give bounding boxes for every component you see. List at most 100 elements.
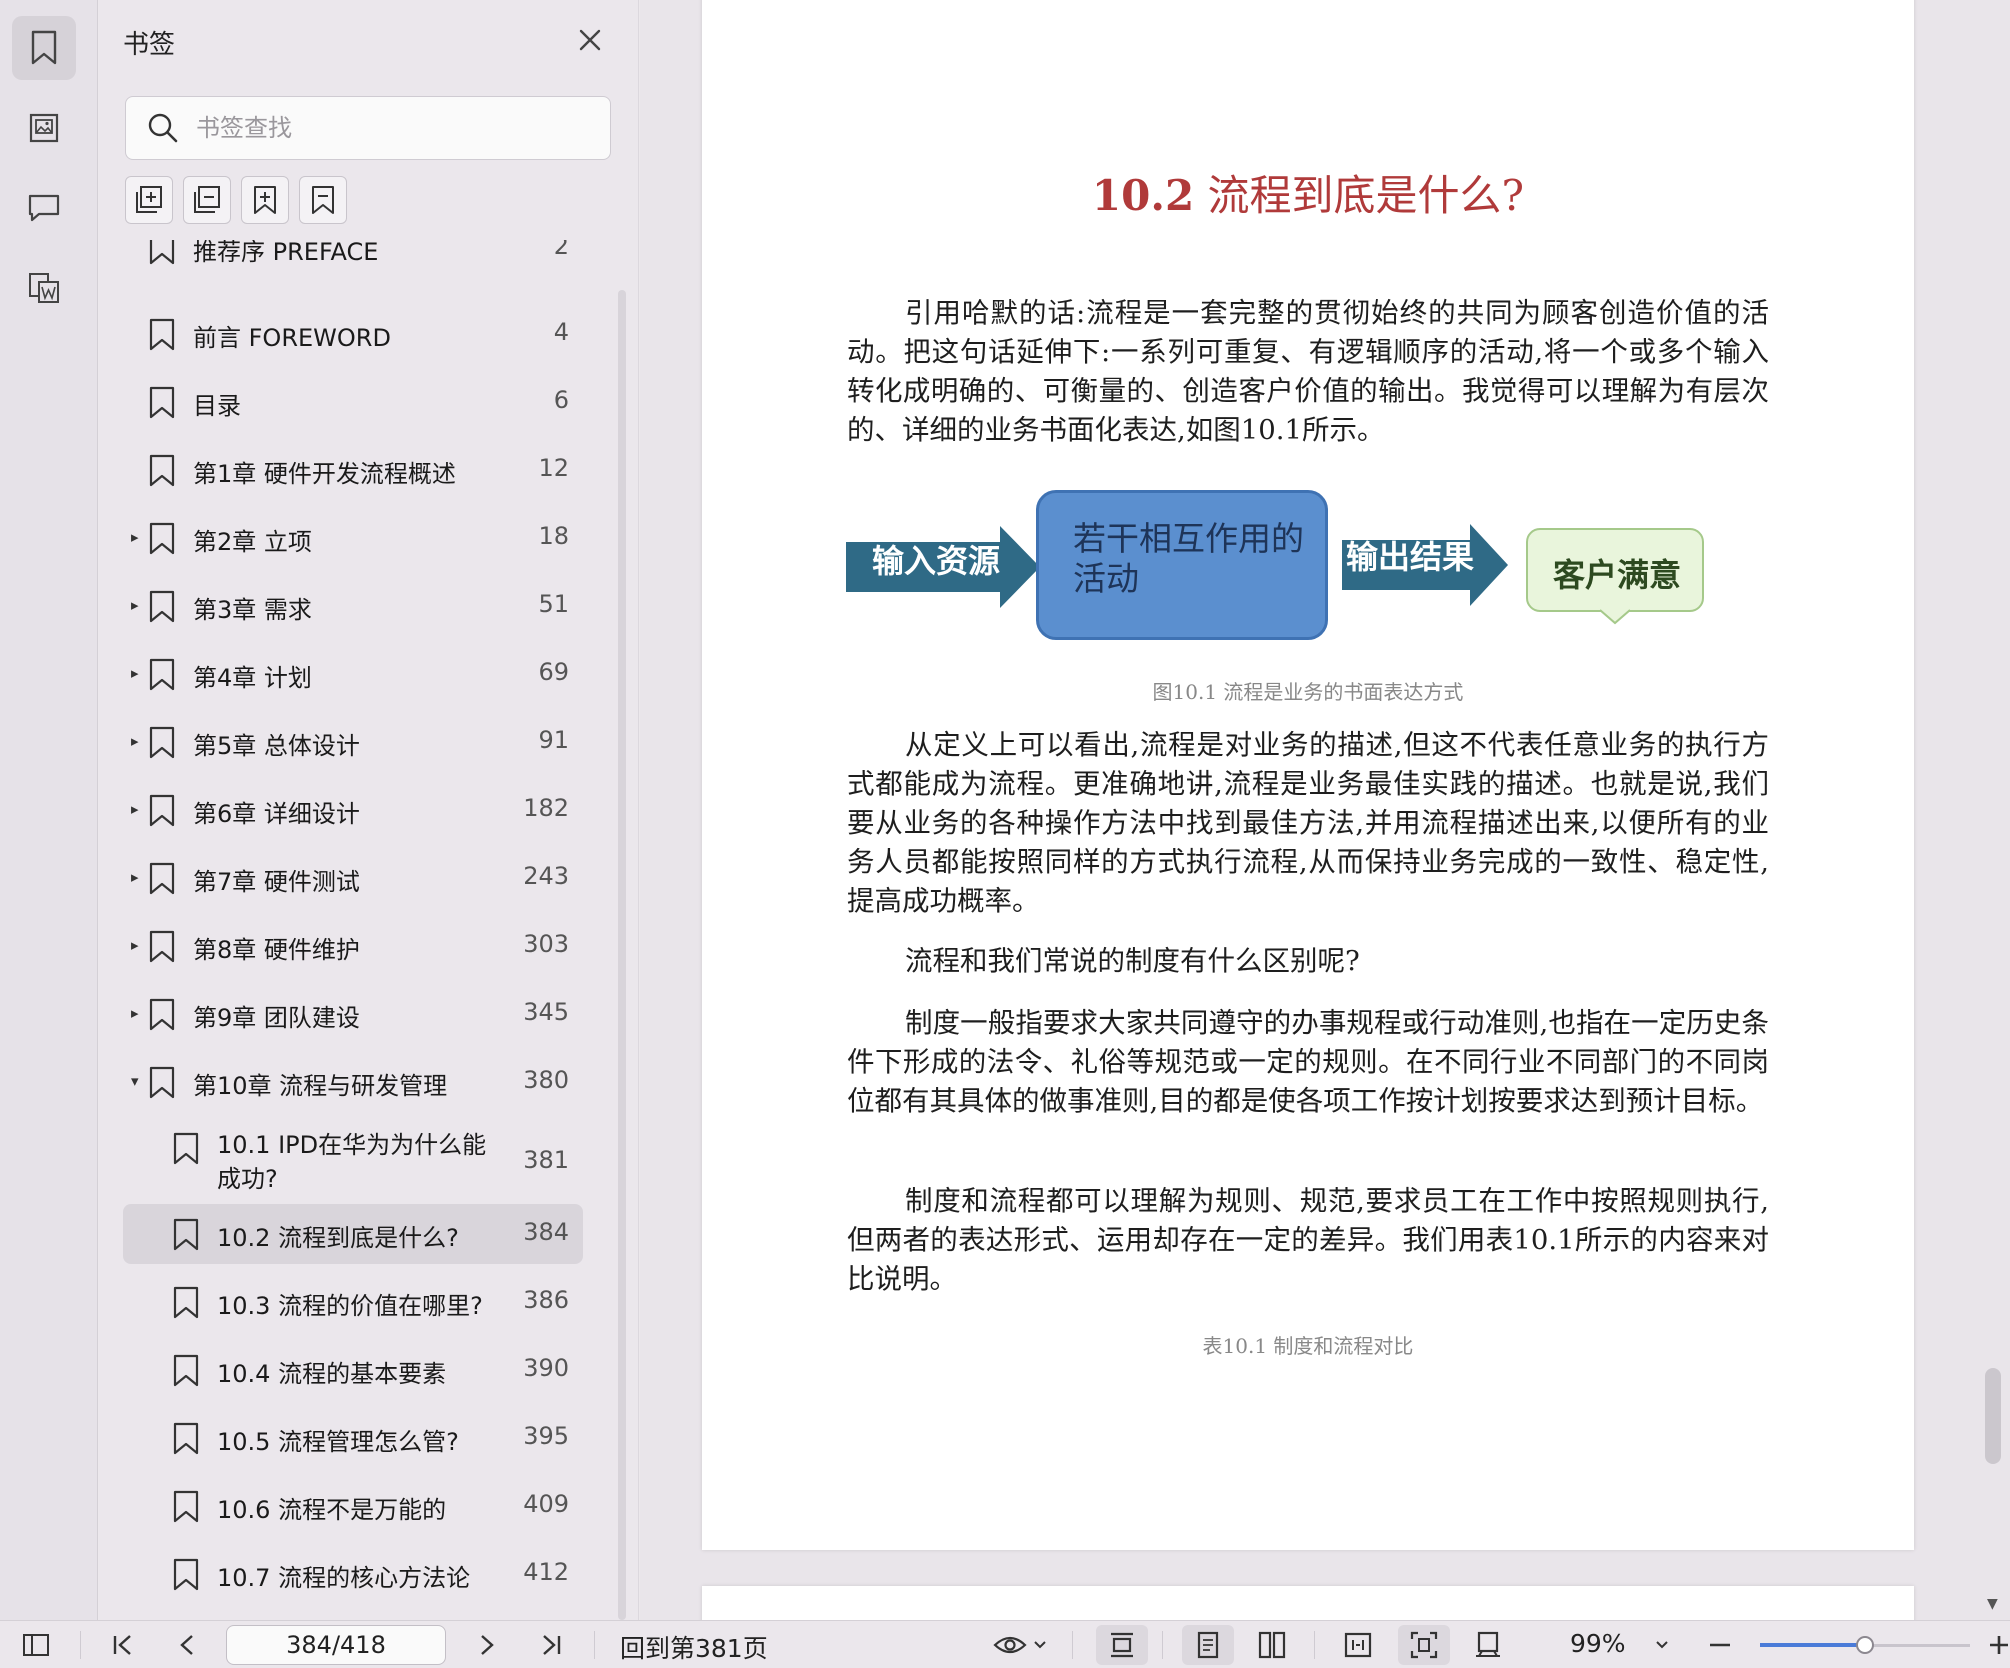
zoom-out-button[interactable]: [1706, 1629, 1734, 1661]
bookmark-panel-button[interactable]: [12, 16, 76, 80]
remove-bookmark-button[interactable]: [299, 176, 347, 224]
zoom-slider-handle[interactable]: [1856, 1636, 1874, 1654]
bookmark-icon: [149, 1066, 175, 1099]
bookmark-item[interactable]: 目录 6: [123, 372, 583, 432]
last-page-button[interactable]: [536, 1629, 566, 1661]
bookmark-item[interactable]: 前言 FOREWORD 4: [123, 304, 583, 364]
paragraph-2: 从定义上可以看出,流程是对业务的描述,但这不代表任意业务的执行方式都能成为流程。…: [847, 729, 1769, 917]
bookmark-item[interactable]: ▸ 第4章 计划 69: [123, 644, 583, 704]
zoom-in-button[interactable]: [1988, 1629, 2008, 1661]
thumbnail-panel-button[interactable]: [12, 96, 76, 160]
next-page-button[interactable]: [472, 1629, 502, 1661]
bookmark-toolbar: [125, 176, 347, 224]
bookmark-icon: [149, 930, 175, 963]
bookmark-page-number: 380: [523, 1066, 569, 1094]
continuous-scroll-button[interactable]: [1106, 1629, 1138, 1661]
toggle-sidebar-button[interactable]: [18, 1629, 54, 1661]
bookmark-page-number: 345: [523, 998, 569, 1026]
bookmark-label: 第7章 硬件测试: [193, 868, 360, 896]
convert-panel-button[interactable]: [12, 256, 76, 320]
bookmark-label: 第8章 硬件维护: [193, 936, 360, 964]
page-number-input[interactable]: [226, 1625, 446, 1665]
bookmark-item[interactable]: 10.6 流程不是万能的 409: [123, 1476, 583, 1536]
bookmark-label: 第3章 需求: [193, 596, 312, 624]
separator: [594, 1631, 595, 1659]
expand-arrow-icon[interactable]: ▸: [131, 938, 145, 953]
add-bookmark-button[interactable]: [241, 176, 289, 224]
comment-panel-button[interactable]: [12, 176, 76, 240]
bookmark-icon: [31, 30, 57, 65]
expand-arrow-icon[interactable]: ▸: [131, 734, 145, 749]
expand-arrow-icon[interactable]: ▸: [131, 666, 145, 681]
bookmark-icon: [173, 1558, 199, 1591]
fit-page-button[interactable]: [1408, 1629, 1440, 1661]
document-scrollbar[interactable]: [1985, 1368, 2001, 1464]
bookmark-item[interactable]: ▸ 第7章 硬件测试 243: [123, 848, 583, 908]
bookmark-item[interactable]: ▸ 第5章 总体设计 91: [123, 712, 583, 772]
chevron-down-icon: [1656, 1641, 1668, 1649]
last-page-icon: [543, 1635, 561, 1655]
single-page-button[interactable]: [1192, 1629, 1224, 1661]
zoom-level[interactable]: 99%: [1570, 1629, 1626, 1658]
bookmark-item[interactable]: ▸ 第9章 团队建设 345: [123, 984, 583, 1044]
expand-arrow-icon[interactable]: ▸: [131, 1006, 145, 1021]
fit-width-button[interactable]: [1342, 1629, 1374, 1661]
bookmark-item[interactable]: ▸ 第3章 需求 51: [123, 576, 583, 636]
read-mode-button[interactable]: [990, 1629, 1050, 1661]
bookmark-search-input[interactable]: [196, 109, 586, 147]
bookmark-page-number: 303: [523, 930, 569, 958]
bookmark-item[interactable]: 10.2 流程到底是什么? 384: [123, 1204, 583, 1264]
bookmark-label: 10.5 流程管理怎么管?: [217, 1428, 459, 1456]
double-page-button[interactable]: [1256, 1629, 1288, 1661]
bookmark-label: 10.2 流程到底是什么?: [217, 1224, 459, 1252]
bookmark-panel: 书签 推荐序 PREFACE 2 前言 FOREWORD 4 目录 6 第1章 硬件开发流程…: [99, 0, 639, 1620]
bookmark-label: 前言 FOREWORD: [193, 324, 391, 352]
rotate-page-button[interactable]: [1472, 1629, 1504, 1661]
expand-arrow-icon[interactable]: ▸: [131, 598, 145, 613]
bookmark-item[interactable]: 10.5 流程管理怎么管? 395: [123, 1408, 583, 1468]
bookmark-page-number: 386: [523, 1286, 569, 1314]
zoom-dropdown-button[interactable]: [1652, 1629, 1672, 1661]
expand-arrow-icon[interactable]: ▸: [131, 802, 145, 817]
bookmark-label: 10.4 流程的基本要素: [217, 1360, 447, 1388]
sidebar-icon: [23, 1634, 49, 1656]
bookmark-icon: [149, 522, 175, 555]
bookmark-item[interactable]: ▸ 第2章 立项 18: [123, 508, 583, 568]
first-page-button[interactable]: [108, 1629, 138, 1661]
expand-all-button[interactable]: [125, 176, 173, 224]
bookmark-list-scrollbar[interactable]: [618, 290, 626, 1620]
bookmark-label: 10.6 流程不是万能的: [217, 1496, 447, 1524]
expand-arrow-icon[interactable]: ▸: [131, 870, 145, 885]
fit-page-icon: [1410, 1631, 1438, 1659]
single-page-icon: [1197, 1631, 1219, 1659]
bookmark-item[interactable]: 推荐序 PREFACE 2: [123, 240, 583, 278]
section-title-text: 流程到底是什么?: [1194, 171, 1525, 220]
separator: [1072, 1631, 1073, 1659]
bookmark-item[interactable]: 10.4 流程的基本要素 390: [123, 1340, 583, 1400]
expand-arrow-icon[interactable]: ▸: [131, 530, 145, 545]
go-back-link[interactable]: 回到第381页: [620, 1629, 768, 1665]
bookmark-icon: [149, 794, 175, 827]
bookmark-item[interactable]: ▸ 第6章 详细设计 182: [123, 780, 583, 840]
bookmark-label: 第10章 流程与研发管理: [193, 1072, 448, 1100]
bookmark-item[interactable]: 第1章 硬件开发流程概述 12: [123, 440, 583, 500]
bookmark-item[interactable]: 10.3 流程的价值在哪里? 386: [123, 1272, 583, 1332]
bookmark-item[interactable]: 10.1 IPD在华为为什么能成功? 381: [123, 1120, 583, 1206]
document-page: 10.2 流程到底是什么? 引用哈默的话:流程是一套完整的贯彻始终的共同为顾客创…: [702, 0, 1914, 1550]
close-panel-button[interactable]: [574, 24, 606, 56]
table-caption: 表10.1 制度和流程对比: [1202, 1334, 1414, 1358]
section-title: 10.2 流程到底是什么?: [702, 162, 1914, 223]
bookmark-page-number: 412: [523, 1558, 569, 1586]
bookmark-item[interactable]: ▸ 第8章 硬件维护 303: [123, 916, 583, 976]
collapse-all-button[interactable]: [183, 176, 231, 224]
bookmark-item[interactable]: ▾ 第10章 流程与研发管理 380: [123, 1052, 583, 1112]
section-number: 10.2: [1091, 171, 1195, 220]
previous-page-button[interactable]: [172, 1629, 202, 1661]
scroll-down-icon[interactable]: ▼: [1987, 1596, 1998, 1612]
bookmark-item[interactable]: 10.7 流程的核心方法论 412: [123, 1544, 583, 1604]
convert-word-icon: [29, 273, 59, 303]
collapse-arrow-icon[interactable]: ▾: [131, 1074, 145, 1089]
bookmark-page-number: 6: [553, 386, 569, 414]
activity-label: 若干相互作用的活动: [1073, 519, 1304, 598]
bookmark-icon: [173, 1354, 199, 1387]
